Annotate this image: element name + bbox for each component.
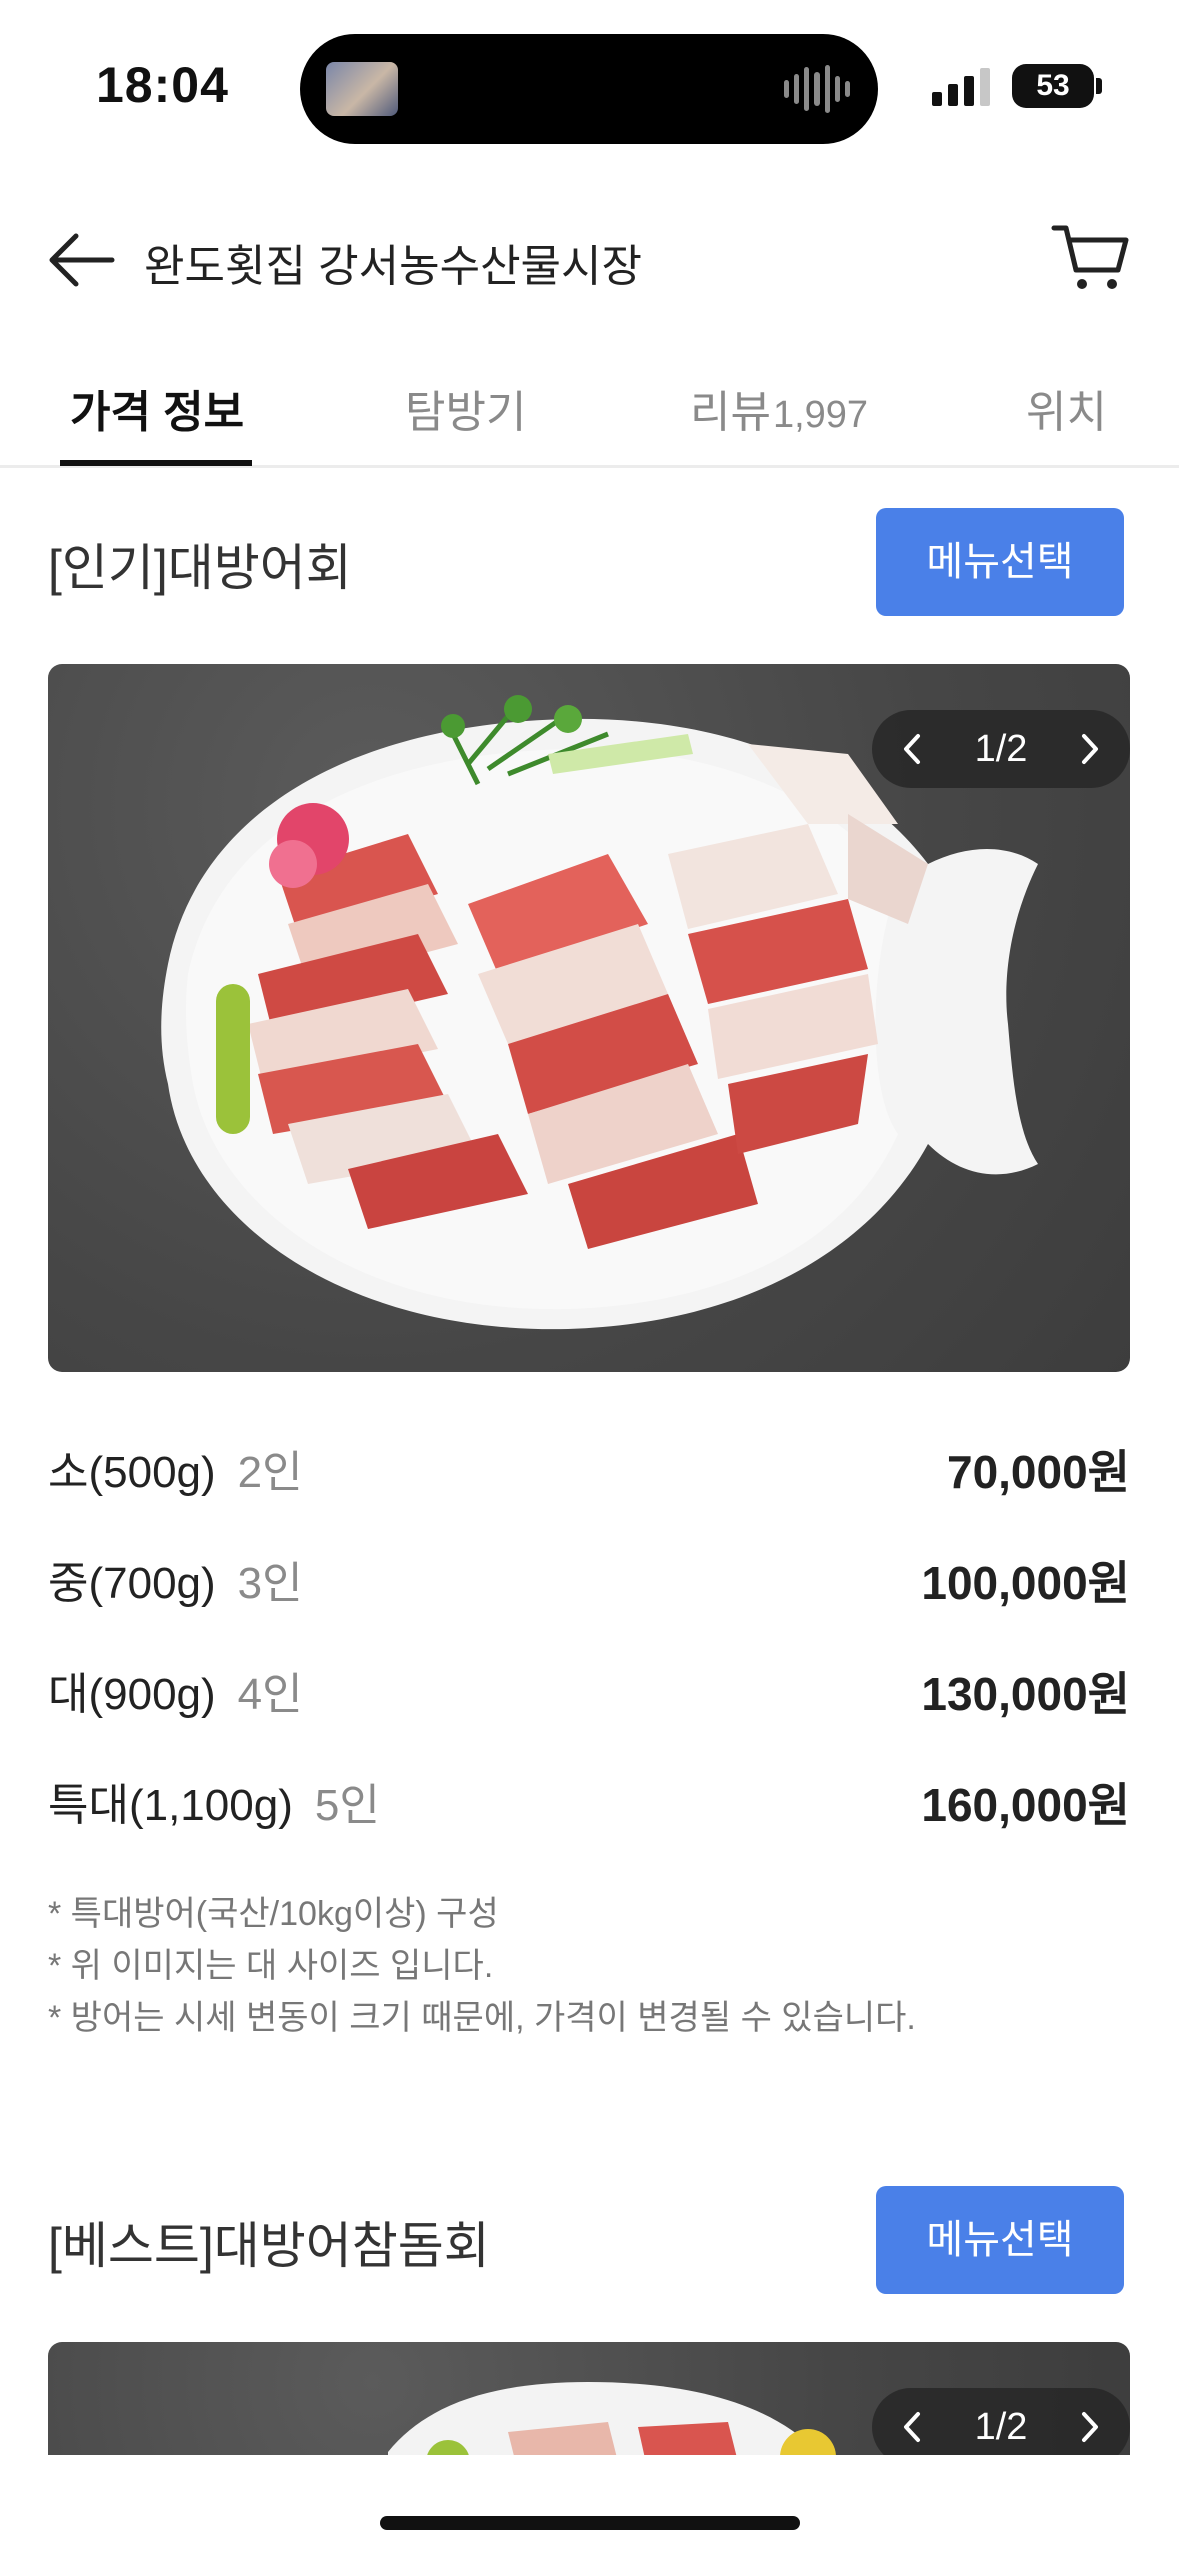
people-label: 2인 — [237, 1448, 303, 1497]
image-pager: 1/2 — [872, 710, 1130, 788]
active-tab-indicator — [60, 460, 252, 466]
tab-location[interactable]: 위치 — [1026, 376, 1107, 440]
price-value: 100,000원 — [921, 1557, 1130, 1609]
pager-count: 1/2 — [974, 728, 1028, 770]
price-row: 특대(1,100g) 5인 160,000원 — [48, 1769, 1130, 1839]
pager-count: 1/2 — [974, 2406, 1028, 2448]
home-indicator[interactable] — [380, 2516, 800, 2530]
size-label: 중(700g) — [48, 1559, 216, 1608]
people-label: 4인 — [237, 1670, 303, 1719]
cart-button[interactable] — [1048, 216, 1132, 300]
size-label: 소(500g) — [48, 1448, 216, 1497]
tab-price-info[interactable]: 가격 정보 — [70, 376, 244, 440]
menu-note: * 특대방어(국산/10kg이상) 구성 — [48, 1895, 499, 1933]
price-row: 대(900g) 4인 130,000원 — [48, 1658, 1130, 1728]
size-label: 대(900g) — [48, 1670, 216, 1719]
signal-icon — [932, 66, 990, 106]
tab-bar: 가격 정보 탐방기 리뷰1,997 위치 — [0, 360, 1179, 468]
menu-select-button[interactable]: 메뉴선택 — [876, 2186, 1124, 2294]
battery-icon: 53 — [1012, 64, 1094, 108]
menu-select-button[interactable]: 메뉴선택 — [876, 508, 1124, 616]
media-thumbnail — [326, 62, 398, 116]
bottom-safe-area — [0, 2455, 1179, 2556]
page-title: 완도횟집 강서농수산물시장 — [144, 242, 642, 291]
tab-label: 가격 정보 — [70, 388, 245, 437]
tab-reviews[interactable]: 리뷰1,997 — [690, 376, 868, 440]
review-count: 1,997 — [772, 394, 869, 436]
chevron-left-icon[interactable] — [894, 730, 932, 768]
dynamic-island[interactable] — [300, 34, 878, 144]
audio-wave-icon — [784, 64, 850, 114]
battery-cap — [1096, 78, 1102, 94]
tab-label: 위치 — [1026, 388, 1107, 437]
status-bar: 18:04 53 — [0, 0, 1179, 170]
tab-label: 탐방기 — [405, 388, 527, 437]
price-value: 160,000원 — [921, 1779, 1130, 1831]
chevron-right-icon[interactable] — [1070, 730, 1108, 768]
menu-note: * 위 이미지는 대 사이즈 입니다. — [48, 1947, 494, 1985]
menu-title: [베스트]대방어참돔회 — [48, 2218, 490, 2274]
price-row: 소(500g) 2인 70,000원 — [48, 1436, 1130, 1506]
arrow-left-icon — [49, 233, 115, 287]
status-time: 18:04 — [96, 57, 229, 113]
chevron-left-icon[interactable] — [894, 2408, 932, 2446]
app-header: 완도횟집 강서농수산물시장 — [0, 200, 1179, 320]
menu-title: [인기]대방어회 — [48, 540, 352, 596]
cart-icon — [1051, 225, 1129, 289]
price-value: 130,000원 — [921, 1668, 1130, 1720]
tab-visit-review[interactable]: 탐방기 — [405, 376, 526, 440]
menu-image[interactable]: 1/2 — [48, 664, 1130, 1372]
price-value: 70,000원 — [946, 1446, 1130, 1498]
menu-note: * 방어는 시세 변동이 크기 때문에, 가격이 변경될 수 있습니다. — [48, 1999, 916, 2037]
people-label: 5인 — [314, 1781, 380, 1830]
back-button[interactable] — [44, 220, 124, 300]
tab-label: 리뷰 — [690, 388, 771, 437]
size-label: 특대(1,100g) — [48, 1781, 293, 1830]
people-label: 3인 — [237, 1559, 303, 1608]
chevron-right-icon[interactable] — [1070, 2408, 1108, 2446]
price-row: 중(700g) 3인 100,000원 — [48, 1547, 1130, 1617]
